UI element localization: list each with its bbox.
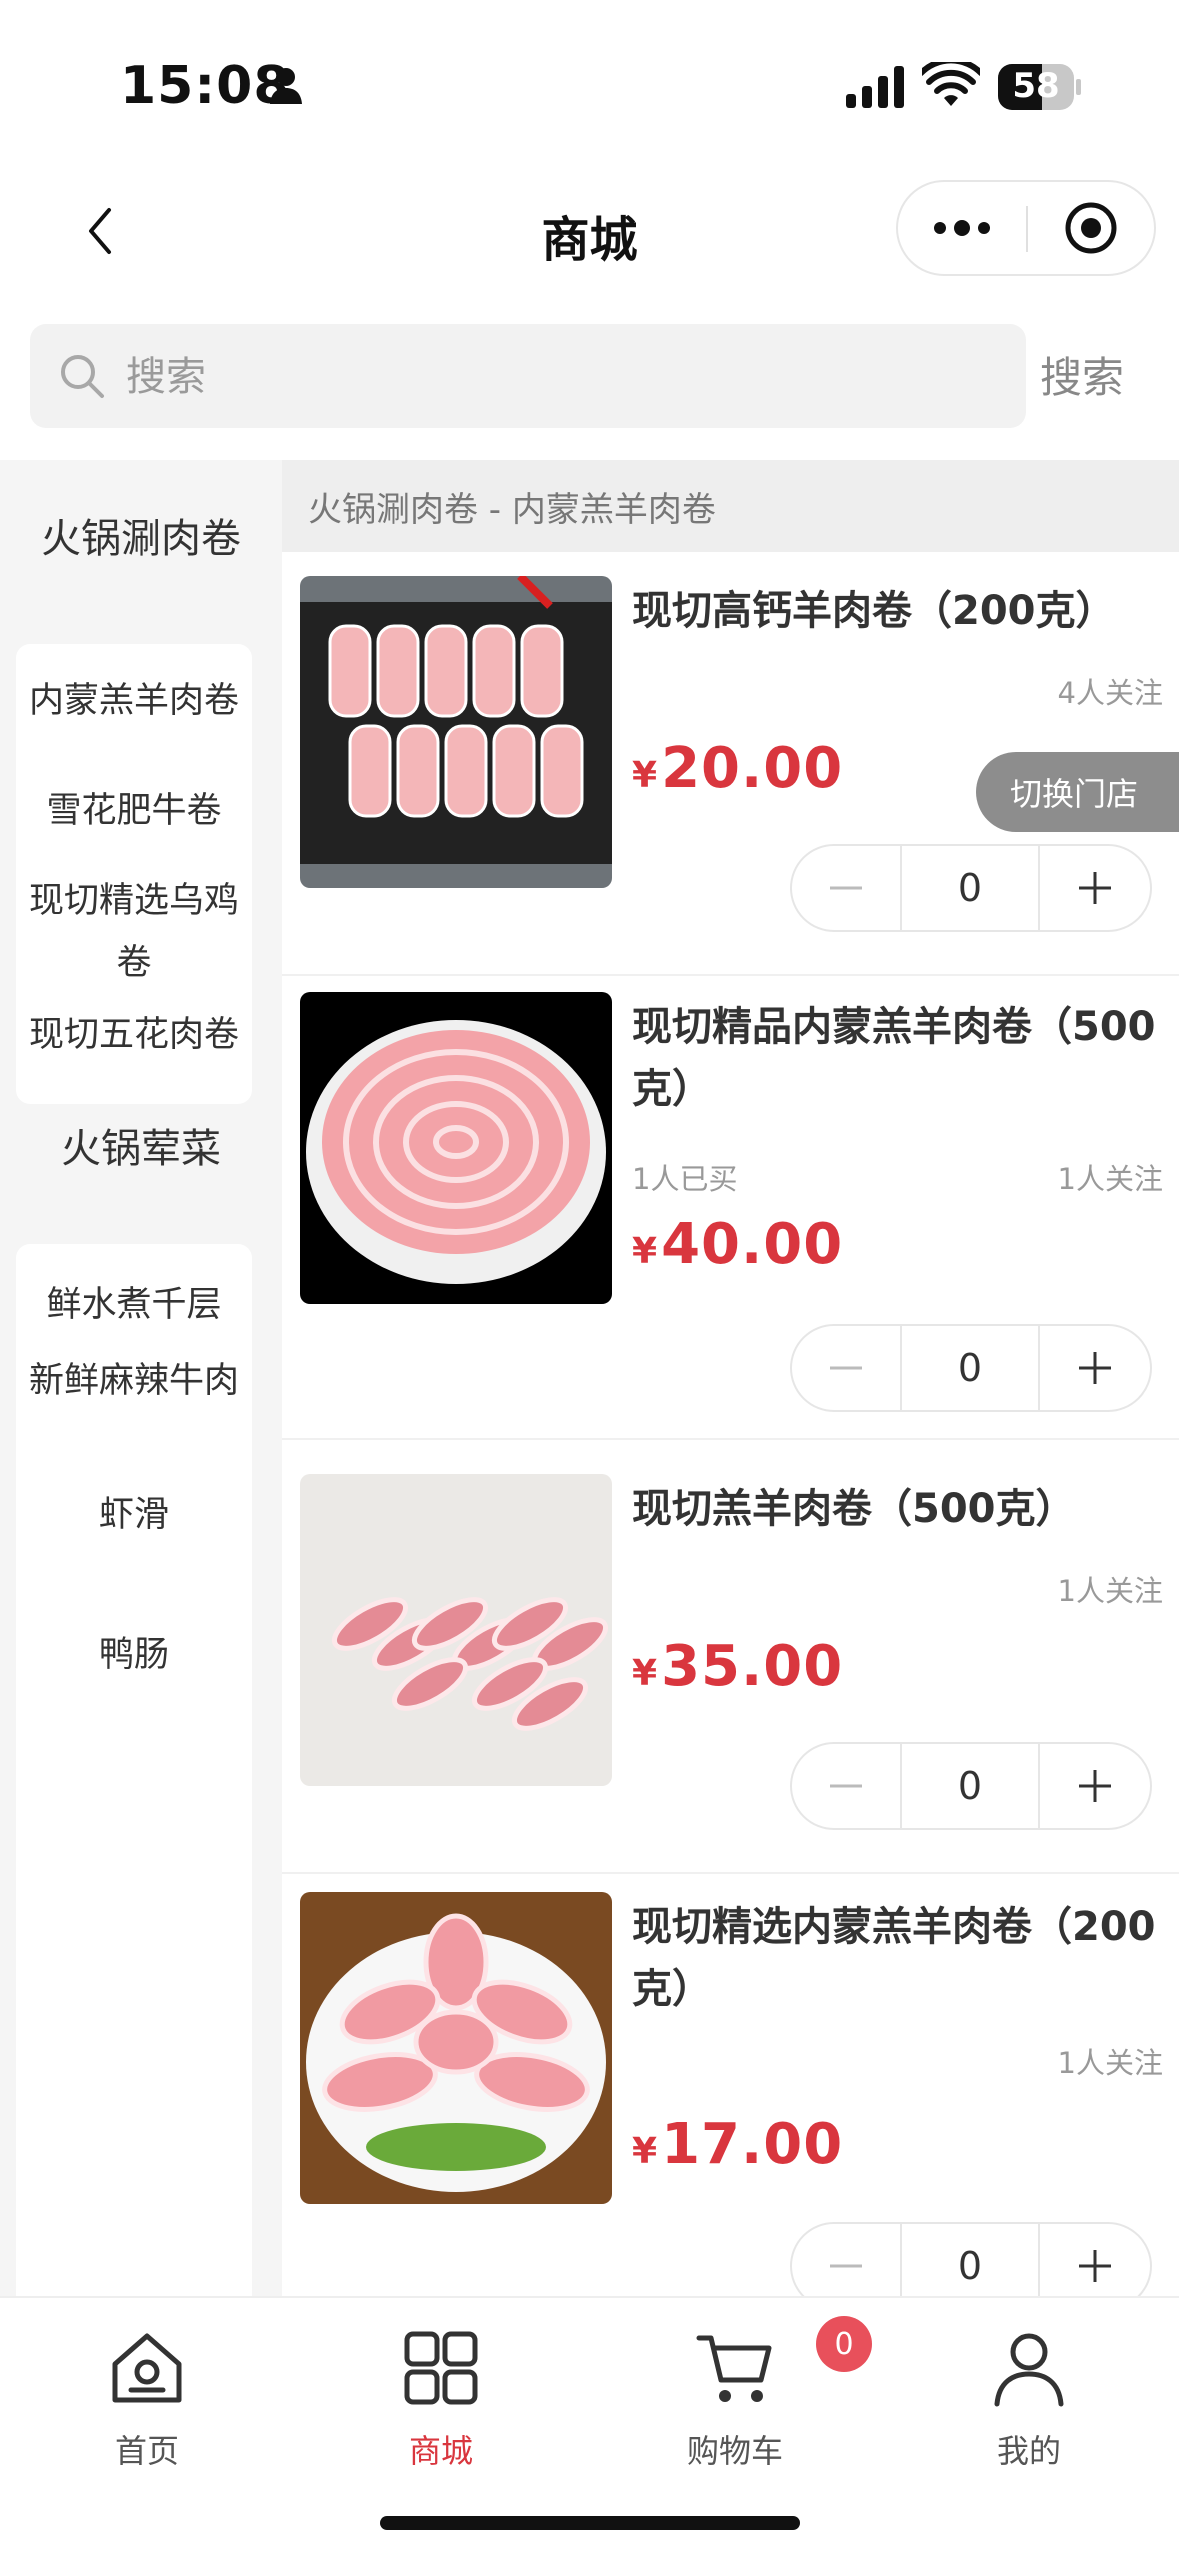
search-box bbox=[30, 324, 1026, 428]
cart-icon bbox=[696, 2335, 772, 2402]
cart-badge: 0 bbox=[816, 2316, 872, 2372]
quantity-stepper: 0 bbox=[790, 844, 1152, 932]
currency-symbol: ¥ bbox=[632, 755, 658, 796]
price-value: 20.00 bbox=[661, 736, 844, 801]
tab-home[interactable]: 首页 bbox=[0, 2298, 294, 2498]
product-image[interactable] bbox=[300, 1892, 612, 2204]
tab-profile[interactable]: 我的 bbox=[882, 2298, 1176, 2498]
search-icon bbox=[61, 355, 104, 398]
minus-icon bbox=[830, 1784, 862, 1788]
increase-button[interactable] bbox=[1040, 1326, 1150, 1410]
quantity-value[interactable]: 0 bbox=[900, 1326, 1040, 1410]
minus-icon bbox=[830, 2264, 862, 2268]
close-button[interactable] bbox=[1028, 182, 1154, 274]
increase-button[interactable] bbox=[1040, 846, 1150, 930]
subcategory-list: 内蒙羔羊肉卷 雪花肥牛卷 现切精选乌鸡卷 现切五花肉卷 bbox=[16, 644, 252, 1104]
product-price: ¥17.00 bbox=[632, 2112, 843, 2177]
sold-count: 1人已买 bbox=[632, 1162, 738, 1196]
price-value: 17.00 bbox=[661, 2112, 844, 2177]
home-indicator bbox=[380, 2516, 800, 2530]
more-button[interactable] bbox=[898, 182, 1026, 274]
quantity-stepper: 0 bbox=[790, 1324, 1152, 1412]
battery-icon: 58 bbox=[998, 64, 1082, 110]
wifi-icon bbox=[922, 62, 980, 106]
home-icon bbox=[112, 2333, 182, 2403]
plus-icon bbox=[1079, 1770, 1111, 1802]
currency-symbol: ¥ bbox=[632, 2131, 658, 2172]
signal-icon bbox=[846, 66, 904, 108]
target-close-icon bbox=[1065, 202, 1117, 254]
tab-label: 我的 bbox=[996, 2432, 1061, 2470]
breadcrumb-text: 火锅涮肉卷 - 内蒙羔羊肉卷 bbox=[308, 490, 716, 530]
user-icon bbox=[994, 2333, 1064, 2407]
subcategory-list: 鲜水煮千层 新鲜麻辣牛肉 虾滑 鸭肠 bbox=[16, 1244, 252, 2296]
product-name[interactable]: 现切高钙羊肉卷（200克） bbox=[632, 580, 1162, 642]
battery-level: 58 bbox=[1012, 66, 1060, 106]
follow-count: 4人关注 bbox=[1057, 676, 1163, 710]
mini-program-capsule bbox=[896, 180, 1156, 276]
search-input[interactable] bbox=[124, 342, 988, 412]
currency-symbol: ¥ bbox=[632, 1653, 658, 1694]
decrease-button[interactable] bbox=[792, 1326, 900, 1410]
product-card[interactable]: 现切精选内蒙羔羊肉卷（200克） 1人关注 ¥17.00 0 bbox=[282, 1876, 1179, 2316]
tab-label: 商城 bbox=[408, 2432, 473, 2470]
price-value: 40.00 bbox=[661, 1212, 844, 1277]
subcategory-item[interactable]: 现切精选乌鸡卷 bbox=[16, 870, 252, 994]
quantity-stepper: 0 bbox=[790, 1742, 1152, 1830]
person-icon bbox=[270, 68, 302, 104]
divider bbox=[282, 1438, 1179, 1440]
product-name[interactable]: 现切羔羊肉卷（500克） bbox=[632, 1478, 1162, 1540]
quantity-value[interactable]: 0 bbox=[900, 846, 1040, 930]
follow-count: 1人关注 bbox=[1057, 2046, 1163, 2080]
product-price: ¥20.00 bbox=[632, 736, 843, 801]
category-title[interactable]: 火锅涮肉卷 bbox=[0, 506, 282, 564]
product-card[interactable]: 现切羔羊肉卷（500克） 1人关注 ¥35.00 0 bbox=[282, 1458, 1179, 1874]
product-image[interactable] bbox=[300, 992, 612, 1304]
subcategory-item[interactable]: 内蒙羔羊肉卷 bbox=[16, 670, 252, 732]
product-name[interactable]: 现切精品内蒙羔羊肉卷（500克） bbox=[632, 996, 1162, 1120]
increase-button[interactable] bbox=[1040, 1744, 1150, 1828]
plus-icon bbox=[1079, 1352, 1111, 1384]
category-sidebar: 火锅涮肉卷 内蒙羔羊肉卷 雪花肥牛卷 现切精选乌鸡卷 现切五花肉卷 火锅荤菜 鲜… bbox=[0, 460, 282, 2296]
subcategory-item[interactable]: 鲜水煮千层 bbox=[16, 1274, 252, 1336]
quantity-value[interactable]: 0 bbox=[900, 1744, 1040, 1828]
minus-icon bbox=[830, 1366, 862, 1370]
tab-label: 首页 bbox=[114, 2432, 179, 2470]
decrease-button[interactable] bbox=[792, 846, 900, 930]
subcategory-item[interactable]: 鸭肠 bbox=[16, 1624, 252, 1686]
status-time: 15:08 bbox=[120, 56, 291, 116]
divider bbox=[282, 1872, 1179, 1874]
subcategory-item[interactable]: 雪花肥牛卷 bbox=[16, 780, 252, 842]
price-value: 35.00 bbox=[661, 1634, 844, 1699]
plus-icon bbox=[1079, 872, 1111, 904]
decrease-button[interactable] bbox=[792, 1744, 900, 1828]
product-price: ¥40.00 bbox=[632, 1212, 843, 1277]
grid-icon bbox=[404, 2331, 478, 2405]
product-image[interactable] bbox=[300, 1474, 612, 1786]
product-price: ¥35.00 bbox=[632, 1634, 843, 1699]
currency-symbol: ¥ bbox=[632, 1231, 658, 1272]
tab-mall[interactable]: 商城 bbox=[294, 2298, 588, 2498]
product-name[interactable]: 现切精选内蒙羔羊肉卷（200克） bbox=[632, 1896, 1162, 2020]
tab-label: 购物车 bbox=[686, 2432, 783, 2470]
plus-icon bbox=[1079, 2250, 1111, 2282]
switch-store-button[interactable]: 切换门店 bbox=[976, 752, 1179, 832]
subcategory-item[interactable]: 现切五花肉卷 bbox=[16, 1004, 252, 1066]
product-image[interactable] bbox=[300, 576, 612, 888]
breadcrumb: 火锅涮肉卷 - 内蒙羔羊肉卷 bbox=[282, 460, 1179, 552]
subcategory-item[interactable]: 虾滑 bbox=[16, 1484, 252, 1546]
search-button[interactable]: 搜索 bbox=[1040, 344, 1124, 405]
more-dots-icon bbox=[934, 220, 990, 236]
follow-count: 1人关注 bbox=[1057, 1574, 1163, 1608]
category-title[interactable]: 火锅荤菜 bbox=[0, 1116, 282, 1174]
product-card[interactable]: 现切精品内蒙羔羊肉卷（500克） 1人已买 1人关注 ¥40.00 0 bbox=[282, 976, 1179, 1440]
subcategory-item[interactable]: 新鲜麻辣牛肉 bbox=[16, 1350, 252, 1412]
follow-count: 1人关注 bbox=[1057, 1162, 1163, 1196]
minus-icon bbox=[830, 886, 862, 890]
